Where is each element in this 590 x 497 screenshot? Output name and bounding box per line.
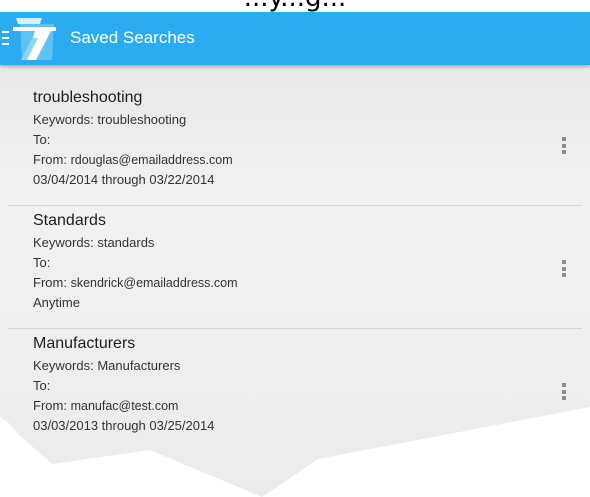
- to-label: To:: [33, 132, 51, 147]
- keywords-label: Keywords:: [33, 112, 94, 127]
- from-label: From:: [33, 398, 67, 413]
- list-divider: [8, 328, 582, 329]
- from-line: From: manufac@test.com: [33, 396, 590, 416]
- from-line: From: rdouglas@emailaddress.com: [33, 150, 590, 170]
- vertical-ellipsis-icon[interactable]: [562, 383, 566, 400]
- saved-search-item[interactable]: Manufacturers Keywords: Manufacturers To…: [0, 334, 590, 446]
- hamburger-menu-icon[interactable]: [2, 31, 9, 45]
- saved-search-name: Standards: [33, 212, 106, 229]
- saved-searches-list: troubleshooting Keywords: troubleshootin…: [0, 88, 590, 446]
- from-line: From: skendrick@emailaddress.com: [33, 273, 590, 293]
- from-label: From:: [33, 152, 67, 167]
- to-label: To:: [33, 378, 51, 393]
- keywords-label: Keywords:: [33, 358, 94, 373]
- date-range: 03/04/2014 through 03/22/2014: [33, 172, 215, 187]
- from-label: From:: [33, 275, 67, 290]
- to-line: To:: [33, 130, 590, 150]
- saved-search-name: troubleshooting: [33, 89, 143, 106]
- app-screen: Saved Searches troubleshooting Keywords:…: [0, 12, 590, 497]
- keywords-line: Keywords: troubleshooting: [33, 110, 590, 130]
- app-logo-icon[interactable]: [10, 14, 62, 64]
- screenshot-stage: ...y...g... Saved Searches troubleshooti…: [0, 0, 590, 497]
- vertical-ellipsis-icon[interactable]: [562, 137, 566, 154]
- keywords-value: Manufacturers: [97, 358, 181, 373]
- from-value: rdouglas@emailaddress.com: [70, 153, 233, 167]
- keywords-label: Keywords:: [33, 235, 94, 250]
- saved-search-item[interactable]: troubleshooting Keywords: troubleshootin…: [0, 88, 590, 206]
- saved-search-name: Manufacturers: [33, 335, 136, 352]
- cropped-caption-text: ...y...g...: [0, 0, 590, 13]
- to-line: To:: [33, 253, 590, 273]
- to-label: To:: [33, 255, 51, 270]
- from-value: manufac@test.com: [70, 399, 179, 413]
- to-line: To:: [33, 376, 590, 396]
- date-range: 03/03/2013 through 03/25/2014: [33, 418, 215, 433]
- vertical-ellipsis-icon[interactable]: [562, 260, 566, 277]
- date-range: Anytime: [33, 295, 80, 310]
- keywords-line: Keywords: standards: [33, 233, 590, 253]
- list-divider: [8, 205, 582, 206]
- keywords-line: Keywords: Manufacturers: [33, 356, 590, 376]
- saved-search-item[interactable]: Standards Keywords: standards To: From: …: [0, 211, 590, 329]
- app-bar: Saved Searches: [0, 12, 590, 65]
- keywords-value: troubleshooting: [97, 112, 187, 127]
- from-value: skendrick@emailaddress.com: [70, 276, 238, 290]
- app-title: Saved Searches: [70, 28, 195, 47]
- keywords-value: standards: [97, 235, 155, 250]
